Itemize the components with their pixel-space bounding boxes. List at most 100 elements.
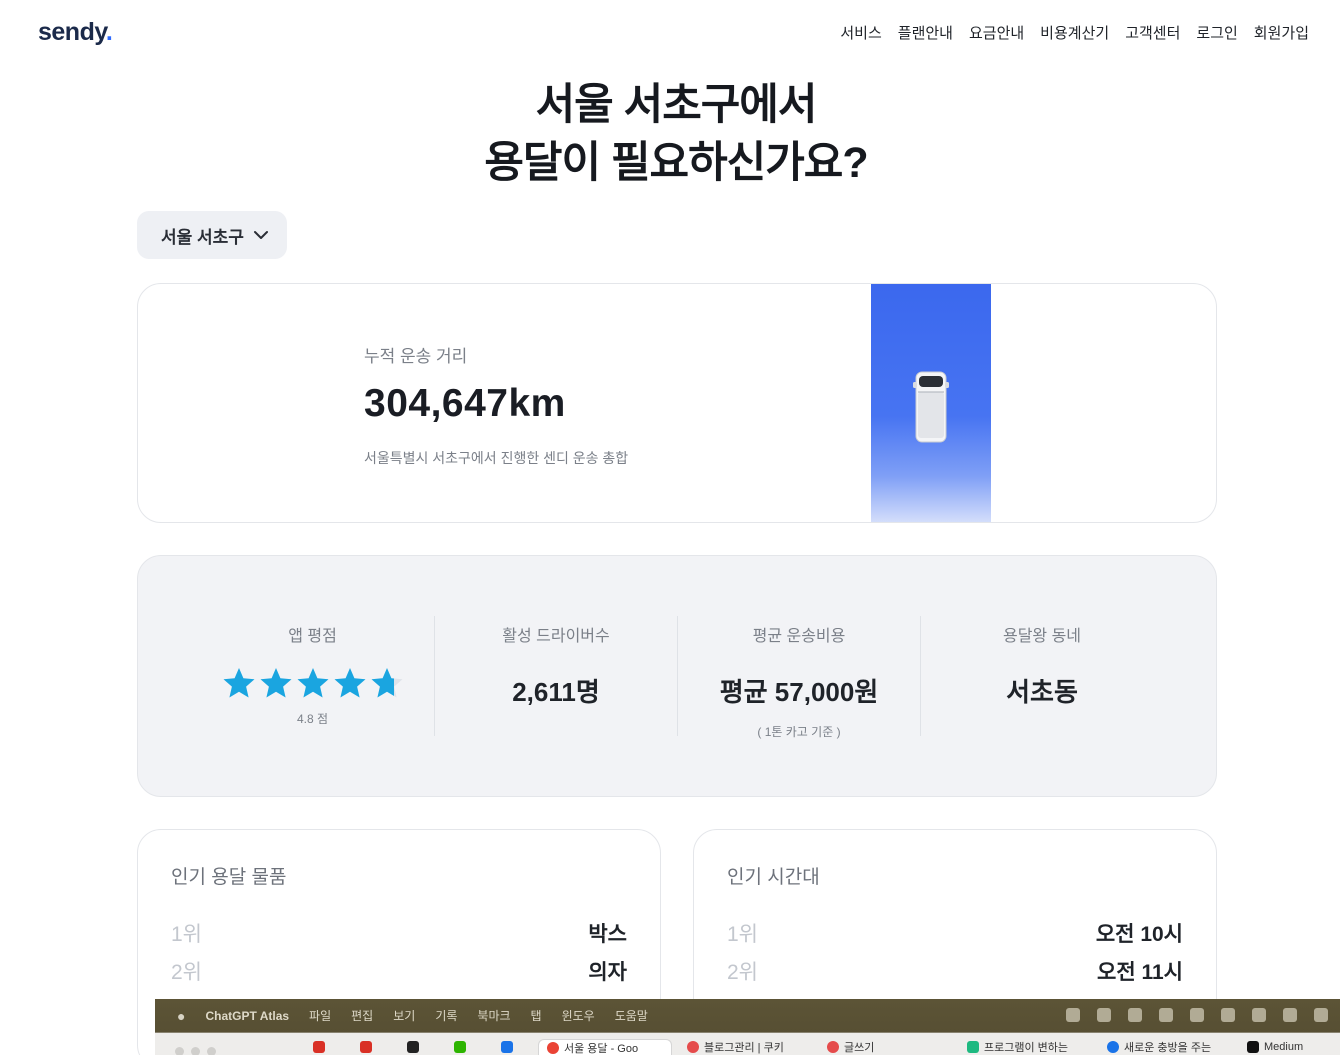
pinned-tab-icon[interactable] bbox=[407, 1039, 419, 1055]
play-icon[interactable] bbox=[1190, 1008, 1204, 1022]
status-icon[interactable] bbox=[1252, 1008, 1266, 1022]
star-icon bbox=[334, 668, 365, 698]
browser-tab[interactable]: 글쓰기 bbox=[827, 1039, 897, 1055]
menu-history[interactable]: 기록 bbox=[435, 1007, 457, 1024]
sendy-logo[interactable]: sendy. bbox=[38, 18, 113, 47]
gmail-tab-icon[interactable] bbox=[360, 1039, 372, 1055]
logo-dot: . bbox=[105, 18, 113, 46]
rank-number: 1위 bbox=[727, 923, 758, 946]
stat-drivers-label: 활성 드라이버수 bbox=[502, 628, 610, 645]
rating-score: 4.8 점 bbox=[296, 712, 329, 726]
nav-signup[interactable]: 회원가입 bbox=[1254, 22, 1309, 43]
tab-title: 프로그램이 변하는 bbox=[984, 1042, 1069, 1054]
airdrop-icon[interactable] bbox=[1221, 1008, 1235, 1022]
battery-icon[interactable] bbox=[1314, 1008, 1328, 1022]
nav-support[interactable]: 고객센터 bbox=[1125, 22, 1180, 43]
gmail-tab-icon[interactable] bbox=[313, 1039, 325, 1055]
browser-tab[interactable]: Medium bbox=[1247, 1039, 1340, 1055]
rank-value: 박스 bbox=[588, 923, 627, 946]
browser-tab-strip: 서울 용달 - Goo 블로그관리 | 쿠키 글쓰기 프로그램이 변하는 새로운… bbox=[155, 1033, 1340, 1055]
distance-label: 누적 운송 거리 bbox=[364, 347, 468, 366]
window-zoom-button[interactable] bbox=[207, 1047, 216, 1055]
menubar-status-icons bbox=[1066, 1008, 1328, 1022]
page-title: 서울 서초구에서 용달이 필요하신가요? bbox=[0, 76, 1340, 192]
mute-icon[interactable] bbox=[1283, 1008, 1297, 1022]
nav-login[interactable]: 로그인 bbox=[1196, 22, 1237, 43]
os-overlay: ● ChatGPT Atlas 파일 편집 보기 기록 북마크 탭 윈도우 도움… bbox=[155, 999, 1340, 1055]
pinned-tab-icon[interactable] bbox=[454, 1039, 466, 1055]
drive-icon[interactable] bbox=[1159, 1008, 1173, 1022]
popular-items-title: 인기 용달 물품 bbox=[171, 867, 287, 888]
tab-title: 글쓰기 bbox=[844, 1042, 875, 1054]
rating-stars bbox=[191, 666, 434, 700]
distance-value: 304,647km bbox=[364, 382, 566, 425]
menu-view[interactable]: 보기 bbox=[393, 1007, 415, 1024]
rank-value: 오전 11시 bbox=[1097, 961, 1183, 984]
browser-tab[interactable]: 새로운 충방을 주는 bbox=[1107, 1039, 1229, 1055]
tab-title: 새로운 충방을 주는 bbox=[1124, 1042, 1212, 1054]
menu-window[interactable]: 윈도우 bbox=[562, 1007, 595, 1024]
star-icon bbox=[223, 668, 254, 698]
rank-number: 1위 bbox=[171, 923, 202, 946]
bluetooth-icon[interactable] bbox=[1097, 1008, 1111, 1022]
stat-cost-label: 평균 운송비용 bbox=[752, 628, 846, 645]
main-nav: 서비스 플랜안내 요금안내 비용계산기 고객센터 로그인 회원가입 bbox=[840, 22, 1309, 43]
nav-pricing[interactable]: 요금안내 bbox=[969, 22, 1024, 43]
medium-icon bbox=[1247, 1041, 1259, 1053]
list-item: 1위 박스 bbox=[171, 918, 627, 948]
menu-tab[interactable]: 탭 bbox=[531, 1007, 542, 1024]
window-minimize-button[interactable] bbox=[191, 1047, 200, 1055]
stats-card: 앱 평점 4.8 점 활성 드라이버수 2,611명 평균 운송비용 평균 57… bbox=[137, 555, 1217, 797]
chevron-down-icon bbox=[253, 231, 268, 239]
os-menubar: ● ChatGPT Atlas 파일 편집 보기 기록 북마크 탭 윈도우 도움… bbox=[155, 999, 1340, 1032]
browser-tab[interactable]: 블로그관리 | 쿠키 bbox=[687, 1039, 805, 1055]
list-item: 1위 오전 10시 bbox=[727, 918, 1183, 948]
status-icon[interactable] bbox=[1066, 1008, 1080, 1022]
pinned-tab-icon[interactable] bbox=[501, 1039, 513, 1055]
nav-plans[interactable]: 플랜안내 bbox=[898, 22, 953, 43]
truck-icon bbox=[913, 371, 949, 443]
nav-cost-calculator[interactable]: 비용계산기 bbox=[1040, 22, 1109, 43]
star-icon bbox=[297, 668, 328, 698]
rank-number: 2위 bbox=[171, 961, 202, 984]
site-header: sendy. 서비스 플랜안내 요금안내 비용계산기 고객센터 로그인 회원가입 bbox=[0, 0, 1340, 64]
stat-area: 용달왕 동네 서초동 bbox=[920, 616, 1163, 736]
list-item: 2위 의자 bbox=[171, 956, 627, 986]
road-illustration bbox=[871, 284, 991, 522]
stat-area-label: 용달왕 동네 bbox=[1002, 628, 1082, 645]
google-icon bbox=[547, 1041, 559, 1054]
rank-number: 2위 bbox=[727, 961, 758, 984]
region-dropdown-value: 서울 서초구 bbox=[161, 227, 244, 247]
distance-description: 서울특별시 서초구에서 진행한 센디 운송 총합 bbox=[364, 450, 629, 466]
browser-tab-active[interactable]: 서울 용달 - Goo bbox=[538, 1039, 672, 1055]
list-item: 2위 오전 11시 bbox=[727, 956, 1183, 986]
stat-rating-label: 앱 평점 bbox=[288, 628, 337, 645]
tab-title: Medium bbox=[1264, 1041, 1304, 1053]
menu-bookmarks[interactable]: 북마크 bbox=[477, 1007, 510, 1024]
browser-tab[interactable]: 프로그램이 변하는 bbox=[967, 1039, 1087, 1055]
menu-help[interactable]: 도움말 bbox=[615, 1007, 648, 1024]
stat-cost-note: ( 1톤 카고 기준 ) bbox=[757, 725, 841, 739]
menubar-app-name[interactable]: ChatGPT Atlas bbox=[205, 1009, 289, 1023]
apple-icon[interactable]: ● bbox=[177, 1008, 185, 1024]
stat-drivers: 활성 드라이버수 2,611명 bbox=[434, 616, 677, 736]
popular-times-title: 인기 시간대 bbox=[727, 867, 820, 888]
title-line-2: 용달이 필요하신가요? bbox=[484, 139, 868, 187]
stat-rating: 앱 평점 4.8 점 bbox=[191, 616, 434, 736]
menu-edit[interactable]: 편집 bbox=[351, 1007, 373, 1024]
tab-title: 블로그관리 | 쿠키 bbox=[704, 1042, 784, 1054]
distance-card: 누적 운송 거리 304,647km 서울특별시 서초구에서 진행한 센디 운송… bbox=[137, 283, 1217, 523]
menu-file[interactable]: 파일 bbox=[309, 1007, 331, 1024]
stat-drivers-value: 2,611명 bbox=[512, 677, 600, 707]
nav-services[interactable]: 서비스 bbox=[840, 22, 881, 43]
logo-text: sendy bbox=[38, 18, 106, 46]
rank-value: 오전 10시 bbox=[1095, 923, 1183, 946]
tab-title: 서울 용달 - Goo bbox=[564, 1042, 639, 1055]
status-icon[interactable] bbox=[1128, 1008, 1142, 1022]
star-icon bbox=[260, 668, 291, 698]
partial-star-icon bbox=[371, 668, 402, 698]
stat-cost-value: 평균 57,000원 bbox=[719, 677, 879, 707]
stat-area-value: 서초동 bbox=[1006, 677, 1078, 707]
window-close-button[interactable] bbox=[175, 1047, 184, 1055]
region-dropdown[interactable]: 서울 서초구 bbox=[137, 211, 287, 259]
